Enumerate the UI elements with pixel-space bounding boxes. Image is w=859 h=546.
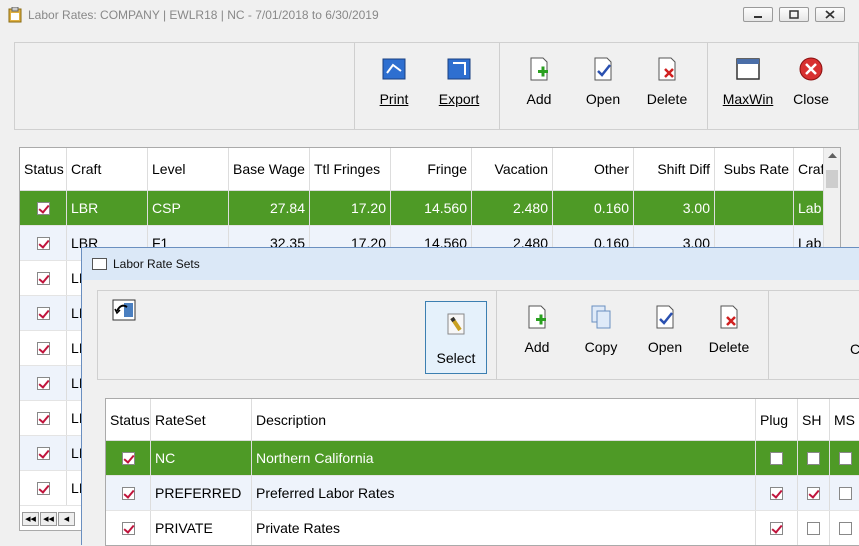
labor-rate-sets-window: Labor Rate Sets Select Add Copy Open Del…	[81, 247, 859, 546]
col-vacation[interactable]: Vacation	[472, 148, 553, 190]
rateset-grid-header: Status RateSet Description Plug SH MS	[106, 399, 859, 441]
back-arrow-icon[interactable]	[112, 299, 136, 321]
copy-icon	[588, 305, 614, 329]
delete-document-icon	[716, 305, 742, 329]
add-document-icon	[526, 57, 552, 81]
status-checkbox[interactable]	[36, 271, 50, 285]
col-ttl-fringes[interactable]: Ttl Fringes	[310, 148, 391, 190]
prev-record-icon[interactable]: ◀	[58, 512, 75, 526]
add-button[interactable]: Add	[515, 57, 563, 127]
status-checkbox[interactable]	[121, 451, 135, 465]
col-description[interactable]: Description	[252, 399, 756, 440]
col-craft[interactable]: Craft	[67, 148, 148, 190]
status-checkbox[interactable]	[121, 486, 135, 500]
rateset-grid[interactable]: Status RateSet Description Plug SH MS NC…	[105, 398, 859, 546]
ms-checkbox[interactable]	[838, 486, 852, 500]
col-sh[interactable]: SH	[798, 399, 830, 440]
grid-header: Status Craft Level Base Wage Ttl Fringes…	[20, 148, 834, 191]
select-icon	[444, 312, 468, 336]
sh-checkbox[interactable]	[807, 521, 820, 535]
minimize-button[interactable]	[743, 7, 773, 22]
col-fringe[interactable]: Fringe	[391, 148, 472, 190]
print-icon	[381, 57, 407, 81]
status-checkbox[interactable]	[36, 236, 50, 250]
record-navigator: ◀◀ ◀◀ ◀	[22, 512, 75, 526]
delete-document-icon	[654, 57, 680, 81]
status-checkbox[interactable]	[36, 411, 50, 425]
col-rateset[interactable]: RateSet	[151, 399, 252, 440]
status-checkbox[interactable]	[36, 201, 50, 215]
export-icon	[446, 57, 472, 81]
col-base-wage[interactable]: Base Wage	[229, 148, 310, 190]
rateset-delete-button[interactable]: Delete	[703, 305, 755, 375]
delete-button[interactable]: Delete	[641, 57, 693, 127]
plug-checkbox[interactable]	[770, 486, 783, 500]
status-checkbox[interactable]	[36, 306, 50, 320]
status-checkbox[interactable]	[36, 341, 50, 355]
open-document-icon	[590, 57, 616, 81]
close-window-button[interactable]	[815, 7, 845, 22]
col-other[interactable]: Other	[553, 148, 634, 190]
col-shift-diff[interactable]: Shift Diff	[634, 148, 715, 190]
first-record-icon[interactable]: ◀◀	[22, 512, 39, 526]
rateset-toolbar: Select Add Copy Open Delete C	[97, 290, 859, 380]
title-bar: Labor Rates: COMPANY | EWLR18 | NC - 7/0…	[0, 0, 859, 30]
select-button[interactable]: Select	[425, 301, 487, 374]
sh-checkbox[interactable]	[807, 451, 820, 465]
status-checkbox[interactable]	[36, 481, 50, 495]
book-icon	[92, 258, 107, 270]
ms-checkbox[interactable]	[838, 521, 852, 535]
col-status[interactable]: Status	[20, 148, 67, 190]
col-ms[interactable]: MS	[830, 399, 859, 440]
export-button[interactable]: Export	[432, 57, 486, 127]
open-button[interactable]: Open	[579, 57, 627, 127]
rateset-add-button[interactable]: Add	[511, 305, 563, 375]
status-checkbox[interactable]	[121, 521, 135, 535]
window-title: Labor Rates: COMPANY | EWLR18 | NC - 7/0…	[28, 8, 379, 22]
col-level[interactable]: Level	[148, 148, 229, 190]
rateset-close-button[interactable]: C	[848, 341, 859, 361]
add-document-icon	[524, 305, 550, 329]
col-subs-rate[interactable]: Subs Rate	[715, 148, 794, 190]
rateset-open-button[interactable]: Open	[639, 305, 691, 375]
rateset-copy-button[interactable]: Copy	[575, 305, 627, 375]
plug-checkbox[interactable]	[770, 521, 783, 535]
col-status[interactable]: Status	[106, 399, 151, 440]
main-toolbar: Print Export Add Open Delete MaxWin Clos…	[14, 42, 859, 130]
rateset-title-bar: Labor Rate Sets	[82, 248, 859, 280]
open-document-icon	[652, 305, 678, 329]
clipboard-icon	[8, 6, 22, 23]
maximize-window-icon	[735, 57, 761, 81]
table-row[interactable]: PREFERRED Preferred Labor Rates	[106, 476, 859, 511]
col-plug[interactable]: Plug	[756, 399, 798, 440]
table-row[interactable]: LBR CSP 27.84 17.20 14.560 2.480 0.160 3…	[20, 191, 834, 226]
close-circle-icon	[798, 57, 824, 81]
prev-page-icon[interactable]: ◀◀	[40, 512, 57, 526]
scroll-thumb[interactable]	[826, 170, 838, 188]
status-checkbox[interactable]	[36, 446, 50, 460]
print-button[interactable]: Print	[370, 57, 418, 127]
table-row[interactable]: NC Northern California	[106, 441, 859, 476]
close-button[interactable]: Close	[789, 57, 833, 127]
restore-button[interactable]	[779, 7, 809, 22]
status-checkbox[interactable]	[36, 376, 50, 390]
ms-checkbox[interactable]	[838, 451, 852, 465]
rateset-window-title: Labor Rate Sets	[113, 257, 200, 271]
maxwin-button[interactable]: MaxWin	[717, 57, 779, 127]
plug-checkbox[interactable]	[770, 451, 783, 465]
sh-checkbox[interactable]	[807, 486, 820, 500]
table-row[interactable]: PRIVATE Private Rates	[106, 511, 859, 545]
